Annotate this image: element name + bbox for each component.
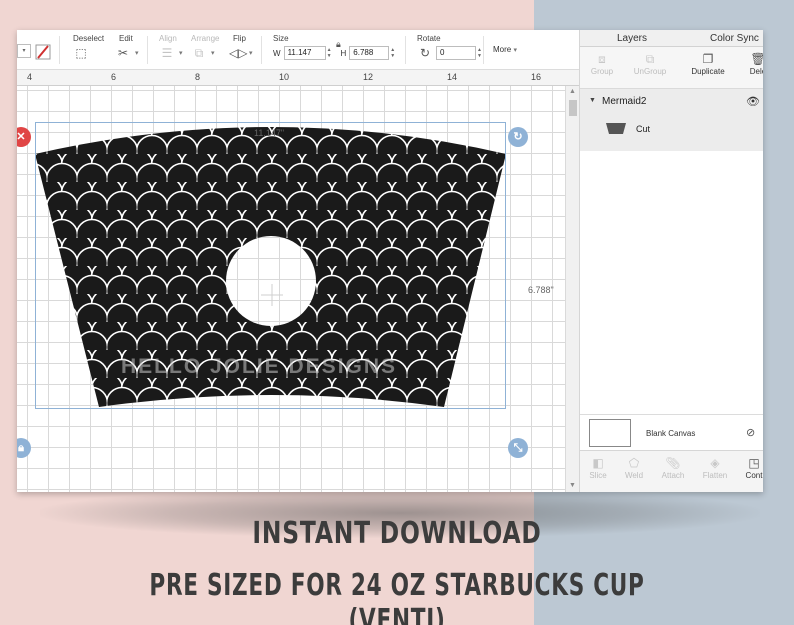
group-button[interactable]: ⧈ Group <box>580 51 624 76</box>
resize-handle[interactable]: ⤡ <box>508 438 528 458</box>
layer-group-name[interactable]: Mermaid2 <box>602 96 646 107</box>
height-input[interactable]: 6.788 <box>349 46 390 60</box>
chevron-down-icon: ▾ <box>135 50 139 57</box>
rotate-input[interactable]: 0 <box>436 46 476 60</box>
more-button[interactable]: More ▾ <box>493 45 517 54</box>
design-space-window: ▾ Deselect ⬚ Edit ✂ ▾ Align ☰ ▾ Arrange ⧉ ▾… <box>17 30 763 492</box>
blank-canvas-label: Blank Canvas <box>646 429 696 438</box>
flatten-button[interactable]: ◈ Flatten <box>693 455 737 480</box>
edit-label: Edit <box>119 34 133 43</box>
width-label: W <box>273 48 281 58</box>
height-label: H <box>340 48 347 58</box>
duplicate-icon: ❐ <box>702 52 714 66</box>
chevron-down-icon: ▾ <box>179 50 183 57</box>
height-stepper[interactable]: ▲ ▼ <box>390 47 395 59</box>
edit-toolbar: ▾ Deselect ⬚ Edit ✂ ▾ Align ☰ ▾ Arrange ⧉ ▾… <box>17 30 579 70</box>
vertical-scrollbar[interactable]: ▲ ▼ <box>565 86 579 492</box>
layer-thumbnail <box>606 123 626 134</box>
flatten-icon: ◈ <box>710 456 720 470</box>
align-icon: ☰ <box>161 46 173 60</box>
linetype-dropdown[interactable]: ▾ <box>17 44 31 58</box>
separator <box>147 36 148 64</box>
scroll-thumb[interactable] <box>569 100 577 116</box>
rotate-stepper[interactable]: ▲ ▼ <box>477 47 482 59</box>
contour-button[interactable]: ◳ Cont <box>732 455 763 480</box>
edit-group[interactable]: Edit ✂ ▾ <box>115 34 139 60</box>
align-label: Align <box>159 34 177 43</box>
scroll-down-icon[interactable]: ▼ <box>569 482 576 489</box>
deselect-label: Deselect <box>73 34 105 43</box>
arrange-group[interactable]: Arrange ⧉ ▾ <box>191 34 219 60</box>
paperclip-icon: 📎︎ <box>665 456 681 470</box>
deselect-group[interactable]: Deselect ⬚ <box>73 34 104 60</box>
pen-color-icon[interactable] <box>35 44 51 60</box>
duplicate-button[interactable]: ❐ Duplicate <box>686 51 730 76</box>
scissors-icon[interactable]: ✂ <box>115 46 131 60</box>
group-label: Group <box>590 67 614 76</box>
align-group[interactable]: Align ☰ ▾ <box>159 34 183 60</box>
panel-tabs: Layers Color Sync <box>580 30 763 47</box>
delete-label: Dele <box>749 67 763 76</box>
ungroup-icon: ⧉ <box>645 52 655 66</box>
design-canvas[interactable]: 4 6 8 10 12 14 16 HELLO JOLIE DESIGNS 11… <box>17 70 579 492</box>
weld-icon: ⬠ <box>628 456 640 470</box>
deselect-icon[interactable]: ⬚ <box>73 46 89 60</box>
layer-tools: ⧈Group ⧉UnGroup ❐Duplicate 🗑︎Dele <box>580 47 763 89</box>
headline-presized: PRE SIZED FOR 24 OZ STARBUCKS CUP (VENTI… <box>149 568 645 625</box>
arrange-icon: ⧉ <box>194 46 204 60</box>
blank-canvas-swatch[interactable] <box>589 419 631 447</box>
separator <box>405 36 406 64</box>
separator <box>261 36 262 64</box>
more-label: More <box>493 45 512 54</box>
chevron-down-icon: ▾ <box>249 50 253 57</box>
arrange-label: Arrange <box>191 34 220 43</box>
combine-tools: ◧ Slice ⬠ Weld 📎︎ Attach ◈ Flatten ◳ Cont <box>580 450 763 492</box>
group-icon: ⧈ <box>598 52 606 66</box>
size-group: Size W 11.147 ▲ ▼ H 6.788 ▲ ▼ <box>273 34 395 60</box>
width-stepper[interactable]: ▲ ▼ <box>327 47 332 59</box>
tab-layers[interactable]: Layers <box>617 33 647 44</box>
layer-operation[interactable]: Cut <box>636 124 650 134</box>
rotate-icon: ↻ <box>419 46 431 60</box>
chevron-down-icon: ▾ <box>513 47 517 54</box>
flip-icon[interactable]: ◁▷ <box>229 46 247 60</box>
size-label: Size <box>273 34 289 43</box>
scroll-up-icon[interactable]: ▲ <box>569 88 576 95</box>
hidden-eye-icon[interactable]: ⊘ <box>746 426 755 439</box>
ungroup-label: UnGroup <box>633 67 667 76</box>
blank-canvas-row[interactable]: Blank Canvas ⊘ <box>580 414 763 450</box>
duplicate-label: Duplicate <box>691 67 725 76</box>
weld-button[interactable]: ⬠ Weld <box>612 455 656 480</box>
delete-button[interactable]: 🗑︎Dele <box>736 51 763 76</box>
flip-group[interactable]: Flip ◁▷ ▾ <box>229 34 253 60</box>
flatten-label: Flatten <box>702 471 728 480</box>
separator <box>483 36 484 64</box>
selection-bounding-box[interactable] <box>35 122 506 409</box>
trash-icon: 🗑︎ <box>750 52 763 66</box>
tab-color-sync[interactable]: Color Sync <box>710 33 759 44</box>
contour-icon: ◳ <box>748 456 760 470</box>
separator <box>59 36 60 64</box>
weld-label: Weld <box>624 471 644 480</box>
slice-label: Slice <box>589 471 607 480</box>
layers-panel: Layers Color Sync ⧈ Group ⧉ UnGroup ❐ Dupli… <box>579 30 763 492</box>
visibility-eye-icon[interactable]: 👁︎ <box>746 95 760 108</box>
width-input[interactable]: 11.147 <box>283 46 326 60</box>
rotate-group: Rotate ↻ 0 ▲ ▼ <box>417 34 482 60</box>
height-dimension: 6.788" <box>528 285 554 295</box>
lock-icon[interactable]: 🔒︎ <box>336 39 341 50</box>
rotate-handle[interactable]: ↻ <box>508 127 528 147</box>
chevron-down-icon: ▾ <box>211 50 215 57</box>
chevron-down-icon[interactable]: ▼ <box>589 97 596 104</box>
headline-instant-download: INSTANT DOWNLOAD <box>252 516 542 551</box>
layer-list: ▼ Mermaid2 👁︎ Cut <box>580 89 763 151</box>
flip-label: Flip <box>233 34 246 43</box>
ungroup-button[interactable]: ⧉ UnGroup <box>628 51 672 76</box>
attach-button[interactable]: 📎︎ Attach <box>651 455 695 480</box>
attach-label: Attach <box>661 471 685 480</box>
rotate-label: Rotate <box>417 34 441 43</box>
width-dimension: 11.147" <box>254 128 285 138</box>
contour-label: Cont <box>745 471 763 480</box>
